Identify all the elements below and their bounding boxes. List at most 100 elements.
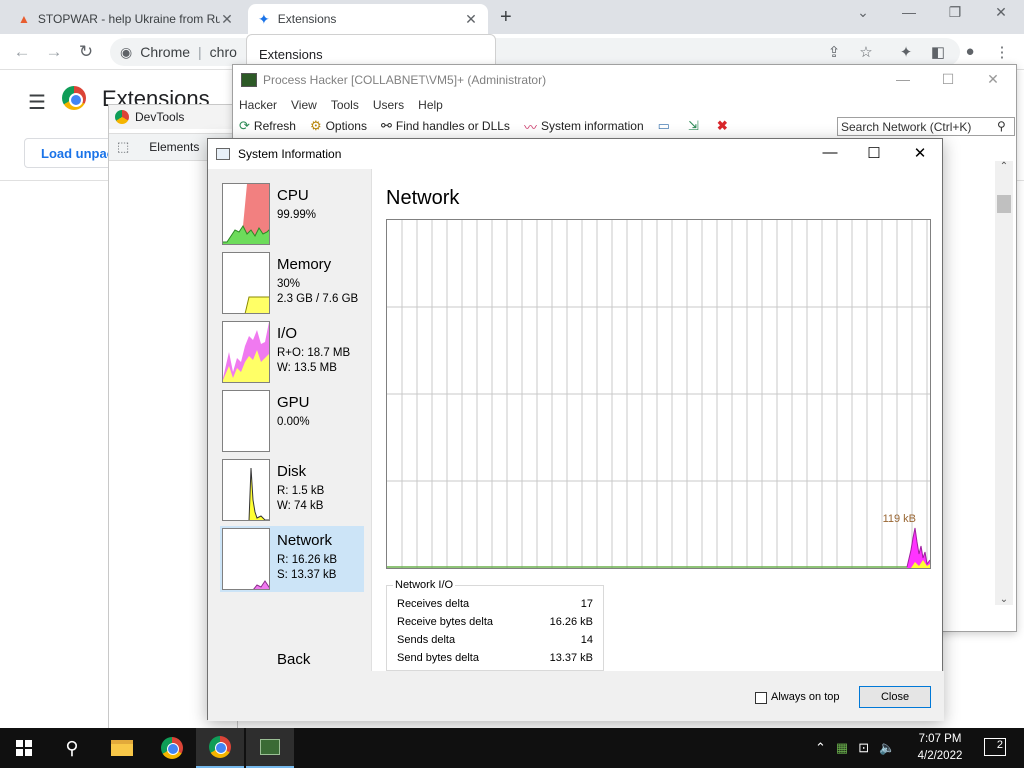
star-icon[interactable]: ☆ — [856, 43, 876, 61]
taskbar-chrome[interactable] — [148, 728, 196, 768]
start-button[interactable] — [0, 728, 48, 768]
search-button[interactable]: ⚲ — [48, 728, 96, 768]
tab-elements[interactable]: Elements — [149, 140, 199, 154]
menu-view[interactable]: View — [291, 98, 317, 112]
menu-users[interactable]: Users — [373, 98, 404, 112]
window-title: Process Hacker [COLLABNET\VM5]+ (Adminis… — [263, 73, 547, 87]
terminate-button[interactable]: ✖ — [717, 118, 732, 134]
minimize-icon[interactable]: — — [888, 71, 918, 87]
scroll-up-icon[interactable]: ⌃ — [995, 161, 1013, 172]
tab-extensions[interactable]: ✦ Extensions ✕ — [248, 4, 488, 34]
minimize-icon[interactable]: — — [886, 4, 932, 20]
window-icon-button[interactable]: ▭ — [658, 118, 674, 134]
sidebar-item-io[interactable]: I/O R+O: 18.7 MB W: 13.5 MB — [220, 319, 364, 385]
sidebar-item-disk[interactable]: Disk R: 1.5 kB W: 74 kB — [220, 457, 364, 523]
find-window-button[interactable]: ⇲ — [688, 118, 703, 134]
sidebar-item-value: R+O: 18.7 MB — [277, 347, 351, 359]
menu-help[interactable]: Help — [418, 98, 443, 112]
tab-label: Extensions — [277, 12, 337, 26]
chrome-logo-icon — [209, 736, 231, 758]
omnibox-url: chro — [209, 44, 237, 60]
sidebar-item-value: R: 16.26 kB — [277, 554, 338, 566]
sidebar-item-cpu[interactable]: CPU 99.99% — [220, 181, 364, 247]
process-hacker-menubar: Hacker View Tools Users Help — [233, 95, 1016, 115]
find-handles-button[interactable]: ⚯ Find handles or DLLs — [381, 118, 510, 134]
kebab-menu-icon[interactable]: ⋮ — [992, 43, 1012, 61]
maximize-icon[interactable]: ☐ — [852, 144, 896, 162]
system-information-window: System Information — ☐ ✕ CPU 99.99% Memo… — [207, 138, 944, 721]
share-icon[interactable]: ⇪ — [824, 43, 844, 61]
hamburger-menu-icon[interactable]: ☰ — [28, 90, 46, 115]
sidebar-item-name: Network — [277, 532, 333, 549]
sidebar-item-detail: W: 74 kB — [277, 500, 324, 512]
side-panel-icon[interactable]: ◧ — [928, 43, 948, 61]
search-input[interactable]: Search Network (Ctrl+K) — [837, 117, 1015, 136]
system-information-button[interactable]: 〰 System information — [524, 117, 644, 136]
system-tray: ⌃ ▦ ⊡ 🔈 — [815, 728, 905, 768]
sidebar-item-gpu[interactable]: GPU 0.00% — [220, 388, 364, 454]
scroll-down-icon[interactable]: ⌄ — [995, 594, 1013, 605]
tab-label: STOPWAR - help Ukraine from Ru — [37, 12, 220, 26]
close-icon[interactable]: ✕ — [978, 71, 1008, 88]
netio-label: Sends delta — [397, 634, 456, 646]
menu-hacker[interactable]: Hacker — [239, 98, 277, 112]
omnibox-separator: | — [198, 44, 202, 60]
close-button[interactable]: Close — [859, 686, 931, 708]
close-icon[interactable]: ✕ — [220, 11, 234, 28]
process-hacker-tray-icon[interactable]: ▦ — [836, 740, 848, 756]
devtools-title: DevTools — [135, 110, 185, 124]
netio-row: Receives delta 17 — [397, 598, 593, 610]
netio-value: 14 — [580, 634, 593, 646]
network-icon[interactable]: ⊡ — [858, 740, 869, 756]
close-icon[interactable]: ✕ — [898, 144, 942, 162]
network-graph-canvas — [387, 220, 931, 568]
refresh-button[interactable]: ⟳ Refresh — [239, 118, 296, 134]
forward-arrow-icon[interactable]: → — [42, 42, 66, 62]
profile-avatar-icon[interactable]: ● — [960, 43, 980, 60]
options-button[interactable]: ⚙ Options — [310, 118, 367, 134]
notification-center-button[interactable]: 2 — [984, 738, 1006, 756]
menu-tools[interactable]: Tools — [331, 98, 359, 112]
maximize-icon[interactable]: ☐ — [933, 71, 963, 88]
close-icon[interactable]: ✕ — [978, 4, 1024, 21]
window-icon: ▭ — [657, 118, 670, 133]
inspect-element-icon[interactable]: ⬚ — [117, 139, 129, 155]
tab-stopwar[interactable]: ▲ STOPWAR - help Ukraine from Ru ✕ — [8, 4, 244, 34]
sidebar-item-detail: W: 13.5 MB — [277, 362, 337, 374]
taskbar-process-hacker[interactable] — [246, 728, 294, 768]
sidebar-item-memory[interactable]: Memory 30% 2.3 GB / 7.6 GB — [220, 250, 364, 316]
windows-logo-icon — [16, 740, 32, 756]
minimize-icon[interactable]: — — [808, 144, 852, 161]
always-on-top-checkbox[interactable] — [755, 692, 767, 704]
chrome-logo-icon — [161, 737, 183, 759]
chevron-up-icon[interactable]: ⌃ — [815, 740, 826, 756]
sidebar-item-detail: 2.3 GB / 7.6 GB — [277, 293, 359, 305]
refresh-label: Refresh — [253, 119, 296, 133]
devtools-titlebar[interactable]: DevTools — [109, 105, 237, 129]
new-tab-button[interactable]: + — [500, 6, 512, 29]
close-icon[interactable]: ✕ — [464, 11, 478, 28]
scrollbar-thumb[interactable] — [997, 195, 1011, 213]
vertical-scrollbar[interactable]: ⌃ ⌄ — [995, 161, 1013, 605]
chrome-site-icon: ◉ — [120, 43, 133, 60]
search-icon[interactable]: ⚲ — [997, 119, 1006, 133]
restore-icon[interactable]: ❐ — [932, 4, 978, 21]
puzzle-piece-icon: ✦ — [258, 10, 270, 27]
find-window-icon: ⇲ — [687, 118, 699, 133]
reload-icon[interactable]: ↻ — [74, 42, 98, 62]
extensions-puzzle-icon[interactable]: ✦ — [896, 43, 916, 61]
chevron-down-icon[interactable]: ⌄ — [840, 4, 886, 21]
volume-icon[interactable]: 🔈 — [879, 740, 895, 756]
sidebar-item-network[interactable]: Network R: 16.26 kB S: 13.37 kB — [220, 526, 364, 592]
always-on-top-label[interactable]: Always on top — [771, 691, 839, 703]
back-link[interactable]: Back — [277, 651, 310, 668]
back-arrow-icon[interactable]: ← — [10, 42, 34, 62]
chrome-tab-bar: ▲ STOPWAR - help Ukraine from Ru ✕ ✦ Ext… — [0, 0, 1024, 34]
clock[interactable]: 7:07 PM 4/2/2022 — [912, 731, 968, 765]
taskbar-file-explorer[interactable] — [98, 728, 146, 768]
find-handles-label: Find handles or DLLs — [395, 119, 510, 133]
sidebar-item-value: 30% — [277, 278, 301, 290]
netio-row: Send bytes delta 13.37 kB — [397, 652, 593, 664]
taskbar-chrome-active[interactable] — [196, 728, 244, 768]
sidebar-item-value: R: 1.5 kB — [277, 485, 325, 497]
